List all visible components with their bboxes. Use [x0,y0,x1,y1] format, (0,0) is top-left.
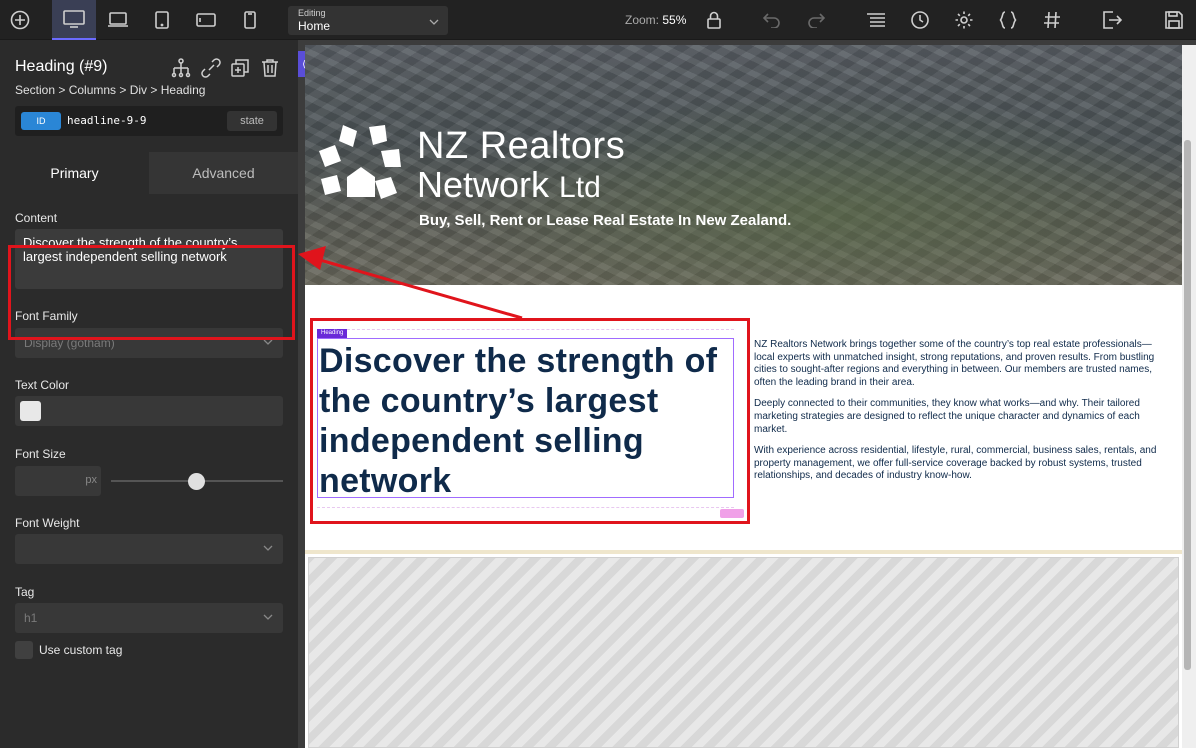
save-button[interactable] [1160,0,1188,40]
history-button[interactable] [906,0,934,40]
section-divider [305,550,1182,554]
exit-button[interactable] [1098,0,1126,40]
brand-name-suffix: Ltd [559,171,601,204]
highlight-box-heading [310,318,750,524]
link-icon[interactable] [200,58,222,78]
redo-button[interactable] [802,0,830,40]
font-size-unit[interactable]: px [85,474,97,486]
structure-panel-button[interactable] [862,0,890,40]
font-weight-label: Font Weight [15,516,80,530]
chevron-down-icon [263,545,273,551]
empty-section-placeholder[interactable] [308,557,1179,748]
intro-text-column[interactable]: NZ Realtors Network brings together some… [754,339,1172,492]
element-actions [170,58,280,78]
redo-icon [808,13,825,28]
tablet-view-button[interactable] [142,0,182,40]
tag-label: Tag [15,585,35,599]
editing-label: Editing [298,8,326,18]
tab-advanced[interactable]: Advanced [149,152,298,194]
chevron-down-icon [263,614,273,620]
custom-tag-label: Use custom tag [39,643,123,657]
gear-icon [955,11,973,29]
lock-icon [707,11,721,29]
trash-icon[interactable] [260,58,280,78]
undo-icon [763,13,780,28]
settings-button[interactable] [950,0,978,40]
tablet-icon [155,11,169,29]
laptop-view-button[interactable] [98,0,138,40]
tab-primary[interactable]: Primary [0,152,149,194]
brand-name-network: Network [417,164,550,205]
clock-icon [911,11,929,29]
laptop-icon [108,12,128,27]
sign-out-icon [1103,11,1122,29]
highlight-box-content [8,245,295,340]
floppy-disk-icon [1165,11,1183,29]
zoom-value: 55% [662,13,687,27]
panel-tabs: Primary Advanced [0,152,298,194]
tag-select[interactable]: h1 [15,603,283,633]
properties-panel: Heading (#9) Section > Columns > Div > H… [0,40,298,748]
annotation-arrow-icon [298,246,523,320]
mobile-view-button[interactable] [230,0,270,40]
duplicate-icon[interactable] [230,58,252,78]
intro-paragraph: With experience across residential, life… [754,445,1157,482]
mobile-icon [244,11,256,29]
tablet-landscape-icon [196,13,216,27]
zoom-label: Zoom: [625,13,660,27]
add-element-button[interactable] [0,0,40,40]
intro-paragraph: Deeply connected to their communities, t… [754,398,1140,435]
tablet-landscape-view-button[interactable] [186,0,226,40]
layers-list-icon [867,13,885,27]
font-size-input[interactable]: px [15,466,101,496]
curly-braces-icon [999,11,1017,29]
page-selector[interactable]: Editing Home [288,6,448,35]
font-weight-select[interactable] [15,534,283,564]
font-size-slider-handle[interactable] [188,473,205,490]
code-button[interactable] [994,0,1022,40]
desktop-icon [63,10,85,28]
hero-tagline: Buy, Sell, Rent or Lease Real Estate In … [419,212,792,229]
brand-name-line1: NZ Realtors [417,125,626,167]
selector-id[interactable]: headline-9-9 [67,114,146,127]
brand-name-line2: Network Ltd [417,165,601,208]
grid-button[interactable] [1038,0,1066,40]
desktop-view-button[interactable] [52,0,96,40]
page-preview[interactable]: NZ Realtors Network Ltd Buy, Sell, Rent … [305,45,1182,748]
id-badge[interactable]: ID [21,112,61,130]
state-button[interactable]: state [227,111,277,131]
content-label: Content [15,211,58,225]
selector-row: ID headline-9-9 state [15,106,283,136]
plus-circle-icon [10,10,30,30]
chevron-down-icon [429,19,439,25]
undo-button[interactable] [758,0,786,40]
font-size-label: Font Size [15,447,66,461]
canvas-scrollbar-thumb[interactable] [1184,140,1191,670]
top-toolbar: Editing Home Zoom: 55% [0,0,1196,40]
structure-tree-icon[interactable] [170,58,192,78]
nz-realtors-logo-icon [319,125,401,199]
text-color-picker[interactable] [15,396,283,426]
text-color-label: Text Color [15,378,70,392]
lock-button[interactable] [700,0,728,40]
breadcrumb[interactable]: Section > Columns > Div > Heading [15,83,283,97]
editing-page-value: Home [298,19,331,33]
hashtag-icon [1044,11,1060,29]
tag-value: h1 [24,611,38,625]
zoom-indicator[interactable]: Zoom: 55% [625,13,686,27]
color-swatch[interactable] [20,401,41,421]
intro-paragraph: NZ Realtors Network brings together some… [754,339,1155,388]
custom-tag-checkbox[interactable] [15,641,33,659]
